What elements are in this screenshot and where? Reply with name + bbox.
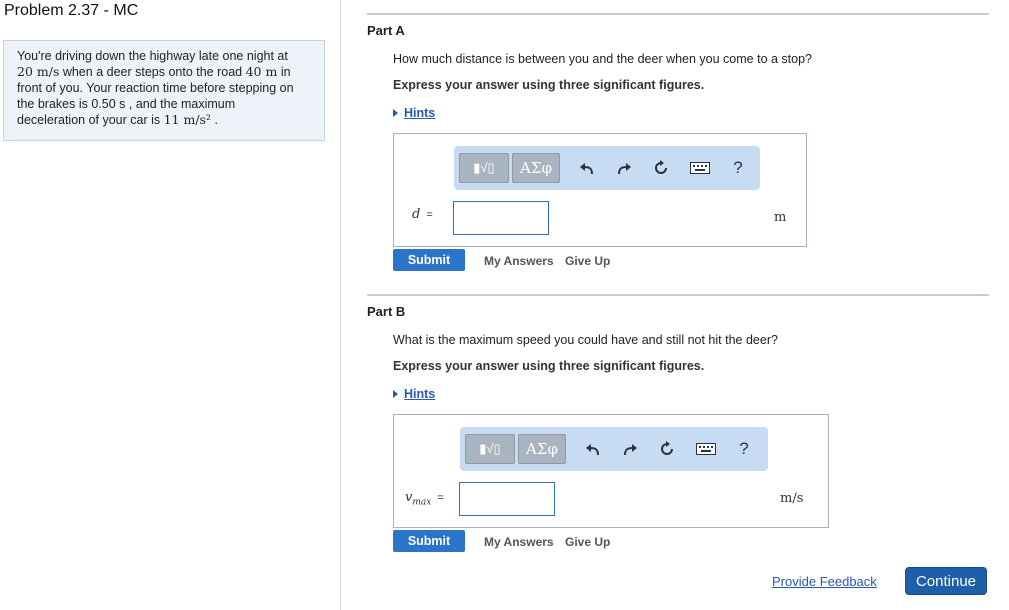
part-b-my-answers-link[interactable]: My Answers [484,535,554,549]
reset-icon[interactable] [657,440,677,458]
problem-statement: You're driving down the highway late one… [3,40,325,141]
reset-icon[interactable] [651,159,671,177]
redo-icon[interactable] [614,159,634,177]
problem-line-5: deceleration of your car is 11 m/s² . [17,112,218,127]
part-b-answer-box: ▮√▯ ΑΣφ ? vmax = m/s [393,414,829,528]
template-button[interactable]: ▮√▯ [465,434,515,464]
part-a-give-up-link[interactable]: Give Up [565,254,610,268]
part-a-hints-link[interactable]: Hints [393,106,435,120]
part-a-section: Part A How much distance is between you … [367,13,989,273]
part-a-math-toolbar: ▮√▯ ΑΣφ ? [454,146,760,190]
provide-feedback-link[interactable]: Provide Feedback [772,574,877,589]
help-button[interactable]: ? [728,158,748,177]
redo-icon[interactable] [620,440,640,458]
problem-pane: Problem 2.37 - MC You're driving down th… [0,0,341,610]
undo-icon[interactable] [583,440,603,458]
part-a-answer-box: ▮√▯ ΑΣφ ? d = m [393,133,807,247]
keyboard-icon[interactable] [694,440,718,458]
part-b-label: Part B [367,304,406,319]
part-b-question: What is the maximum speed you could have… [393,333,778,347]
max-deceleration: 11 m/s² [163,112,211,127]
part-a-label: Part A [367,23,405,38]
part-a-submit-button[interactable]: Submit [393,249,465,271]
continue-button[interactable]: Continue [905,567,987,595]
part-a-my-answers-link[interactable]: My Answers [484,254,554,268]
part-a-instructions: Express your answer using three signific… [393,78,705,92]
part-b-instructions: Express your answer using three signific… [393,359,705,373]
problem-title: Problem 2.37 - MC [4,2,139,19]
reaction-time: 0.50 s [91,97,126,111]
problem-line-2: 20 m/s when a deer steps onto the road 4… [17,64,291,79]
hint-toggle-icon [393,108,398,117]
part-b-give-up-link[interactable]: Give Up [565,535,610,549]
problem-line-3: front of you. Your reaction time before … [17,81,294,95]
undo-icon[interactable] [577,159,597,177]
part-a-divider [367,13,989,15]
part-b-submit-button[interactable]: Submit [393,530,465,552]
part-b-section: Part B What is the maximum speed you cou… [367,294,989,559]
help-button[interactable]: ? [734,439,754,458]
problem-line-4: the brakes is 0.50 s , and the maximum [17,97,236,111]
greek-symbols-button[interactable]: ΑΣφ [518,434,566,464]
part-a-question: How much distance is between you and the… [393,52,813,66]
part-a-unit: m [774,210,787,225]
keyboard-icon[interactable] [688,159,712,177]
deer-distance: 40 m [245,64,278,79]
part-b-math-toolbar: ▮√▯ ΑΣφ ? [460,427,768,471]
initial-speed: 20 m/s [17,64,60,79]
part-b-hints-link[interactable]: Hints [393,387,435,401]
template-button[interactable]: ▮√▯ [459,153,509,183]
part-a-answer-input[interactable] [453,201,549,235]
greek-symbols-button[interactable]: ΑΣφ [512,153,560,183]
part-a-variable-label: d = [412,207,433,222]
part-b-divider [367,294,989,296]
hint-toggle-icon [393,389,398,398]
part-b-answer-input[interactable] [459,482,555,516]
part-b-unit: m/s [780,491,804,506]
problem-line-1: You're driving down the highway late one… [17,49,288,63]
part-b-variable-label: vmax = [405,490,444,508]
